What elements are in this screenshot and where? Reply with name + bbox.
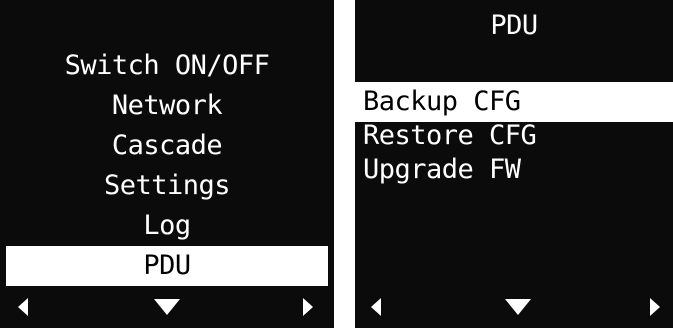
menu-item-log[interactable]: Log: [0, 206, 334, 246]
menu-item-pdu[interactable]: PDU: [6, 246, 328, 286]
menu-item-settings[interactable]: Settings: [0, 166, 334, 206]
triangle-right-icon[interactable]: [645, 296, 665, 318]
left-lcd-screen: Switch ON/OFF Network Cascade Settings L…: [0, 0, 334, 328]
menu-item-upgrade-fw[interactable]: Upgrade FW: [355, 150, 673, 190]
menu-item-switch-onoff[interactable]: Switch ON/OFF: [0, 46, 334, 86]
triangle-right-icon[interactable]: [298, 296, 318, 318]
menu-item-cascade[interactable]: Cascade: [0, 126, 334, 166]
right-lcd-screen: PDU Backup CFG Restore CFG Upgrade FW: [355, 0, 673, 328]
triangle-down-icon[interactable]: [152, 296, 182, 318]
triangle-left-icon[interactable]: [14, 296, 34, 318]
triangle-left-icon[interactable]: [367, 296, 387, 318]
screen-title: PDU: [490, 10, 538, 41]
triangle-down-icon[interactable]: [503, 296, 533, 318]
menu-item-network[interactable]: Network: [0, 86, 334, 126]
